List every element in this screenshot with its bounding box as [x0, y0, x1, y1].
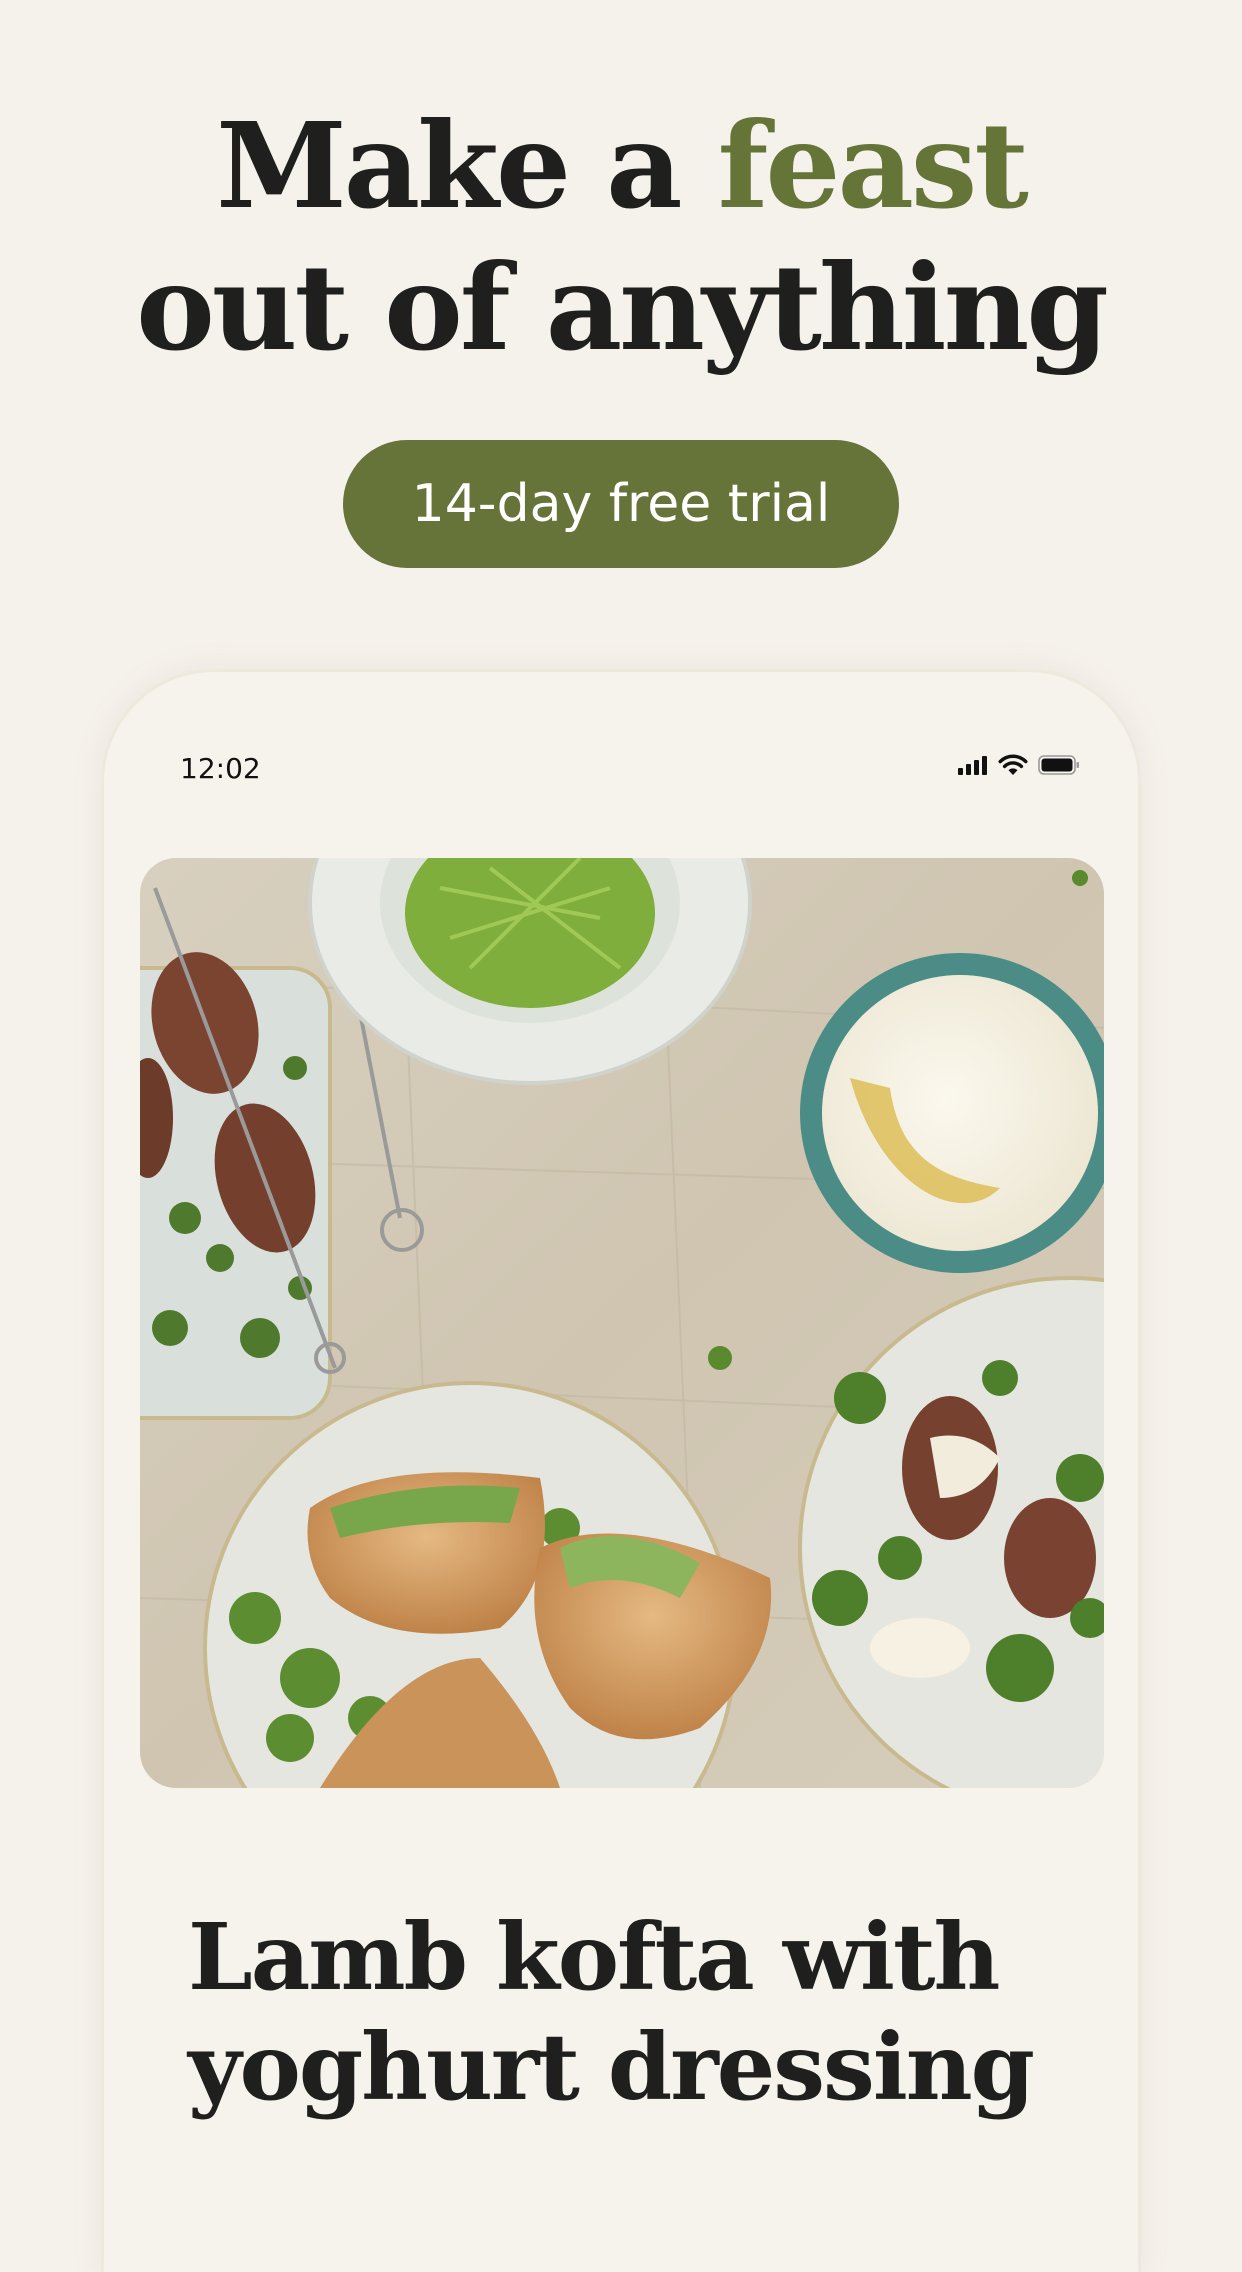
signal-icon	[958, 756, 987, 775]
headline-accent: feast	[717, 96, 1029, 235]
recipe-image[interactable]	[140, 858, 1104, 1788]
headline: Make a feast out of anything	[0, 95, 1242, 379]
status-bar: 12:02	[104, 672, 1138, 872]
phone-mockup: 12:02 Lamb kofta with yoghurt dressing	[104, 672, 1138, 2272]
headline-line-1: Make a feast	[0, 95, 1242, 237]
status-icons	[958, 754, 1080, 776]
free-trial-button[interactable]: 14-day free trial	[343, 440, 899, 568]
headline-part: Make a	[216, 96, 718, 235]
wifi-icon	[998, 754, 1028, 775]
status-time: 12:02	[180, 752, 261, 785]
battery-icon	[1038, 755, 1079, 775]
headline-line-2: out of anything	[136, 238, 1109, 377]
food-photo	[140, 858, 1104, 1788]
recipe-title[interactable]: Lamb kofta with yoghurt dressing	[188, 1902, 1068, 2122]
